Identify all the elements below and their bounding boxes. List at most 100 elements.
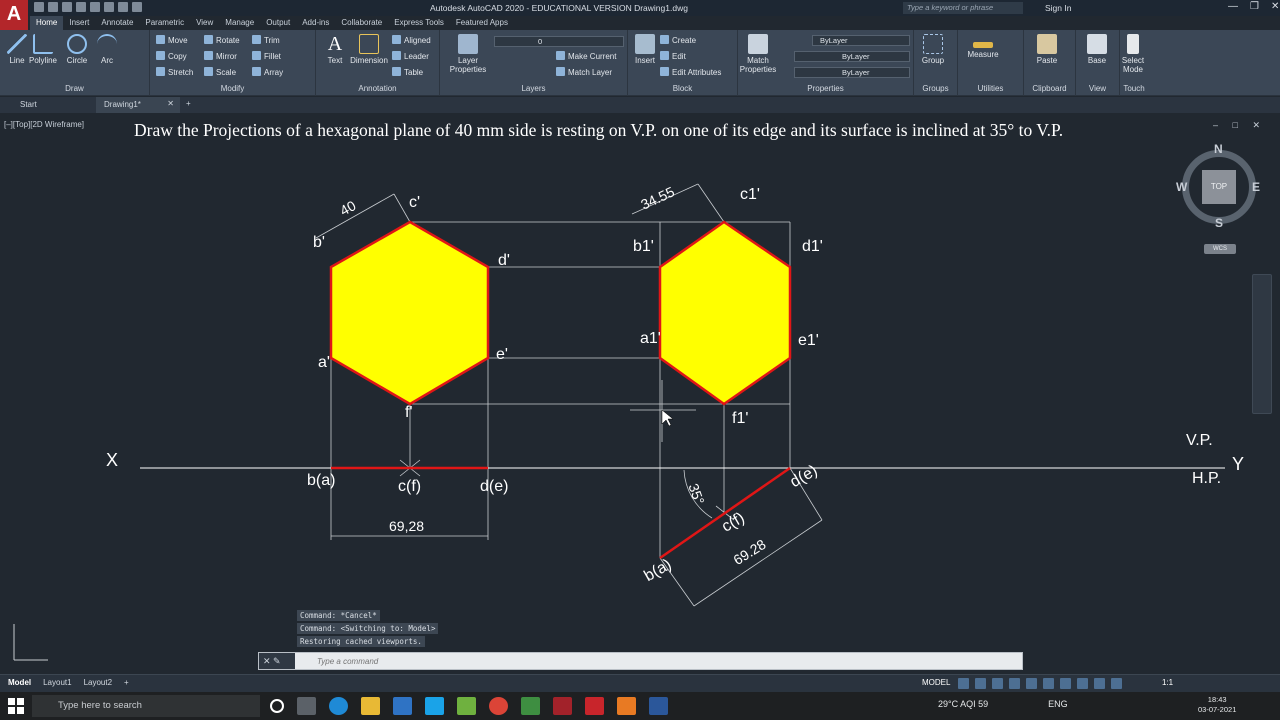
polyline-button[interactable]: Polyline [26,34,60,65]
close-button[interactable]: ✕ [1271,1,1279,12]
color-dropdown[interactable]: ByLayer [812,35,910,46]
mail-icon[interactable] [393,697,412,715]
web-mobile-icon[interactable] [90,2,100,12]
snap-icon[interactable] [975,678,986,689]
tab-collaborate[interactable]: Collaborate [335,16,388,30]
stretch-button[interactable]: Stretch [156,67,193,79]
autocad-logo[interactable]: A [0,0,28,30]
command-line[interactable]: ✕ ✎ [258,652,1023,670]
clipboard-panel-label[interactable]: Clipboard [1024,84,1075,93]
compass-west[interactable]: W [1176,180,1187,194]
plot-icon[interactable] [104,2,114,12]
compass-south[interactable]: S [1215,216,1223,230]
store-icon[interactable] [425,697,444,715]
autocad-taskbar-icon[interactable] [585,697,604,715]
isodraft-icon[interactable] [1026,678,1037,689]
tab-layout1[interactable]: Layout1 [43,678,71,687]
lineweight-dropdown[interactable]: ByLayer [794,67,910,78]
array-button[interactable]: Array [252,67,283,79]
table-button[interactable]: Table [392,67,423,79]
copy-button[interactable]: Copy [156,51,187,63]
open-icon[interactable] [48,2,58,12]
utilities-panel-label[interactable]: Utilities [958,84,1023,93]
layers-panel-label[interactable]: Layers [440,84,627,93]
tab-model[interactable]: Model [8,678,31,687]
undo-icon[interactable] [118,2,128,12]
app-icon[interactable] [617,697,636,715]
insert-button[interactable]: Insert [628,34,662,65]
edge-icon[interactable] [329,697,348,715]
grid-icon[interactable] [958,678,969,689]
aligned-button[interactable]: Aligned [392,35,431,47]
annotation-scale[interactable]: 1:1 [1162,678,1173,687]
circle-button[interactable]: Circle [60,34,94,65]
tab-manage[interactable]: Manage [219,16,260,30]
sign-in-link[interactable]: Sign In [1045,3,1071,13]
properties-panel-label[interactable]: Properties [738,84,913,93]
new-tab-button[interactable]: + [186,99,191,108]
save-as-icon[interactable] [76,2,86,12]
annotation-visibility-icon[interactable] [1094,678,1105,689]
navigation-bar[interactable] [1252,274,1272,414]
weather-status[interactable]: 29°C AQI 59 [938,699,988,709]
quick-access-toolbar[interactable] [34,2,142,12]
mirror-button[interactable]: Mirror [204,51,237,63]
dimension-button[interactable]: Dimension [350,34,388,65]
clock[interactable]: 18:43 03-07-2021 [1198,695,1236,715]
touch-panel-label[interactable]: Touch [1120,84,1148,93]
viewport-controls[interactable]: – □ ✕ [1213,120,1266,131]
viewcube-top-face[interactable]: TOP [1202,170,1236,204]
viewport-label[interactable]: [–][Top][2D Wireframe] [4,120,84,129]
make-current-button[interactable]: Make Current [556,51,616,63]
viewcube[interactable]: TOP N S E W WCS [1176,142,1264,254]
tab-express-tools[interactable]: Express Tools [388,16,450,30]
paste-button[interactable]: Paste [1030,34,1064,65]
auto-scale-icon[interactable] [1111,678,1122,689]
tab-annotate[interactable]: Annotate [95,16,139,30]
polar-icon[interactable] [1009,678,1020,689]
add-layout-button[interactable]: + [124,678,129,687]
groups-panel-label[interactable]: Groups [914,84,957,93]
tab-drawing1[interactable]: Drawing1* ✕ [96,97,180,113]
ortho-icon[interactable] [992,678,1003,689]
tab-parametric[interactable]: Parametric [139,16,190,30]
group-button[interactable]: Group [916,34,950,65]
annotation-panel-label[interactable]: Annotation [316,84,439,93]
create-block-button[interactable]: Create [660,35,696,47]
selection-cycling-icon[interactable] [1077,678,1088,689]
arc-button[interactable]: Arc [90,34,124,65]
base-button[interactable]: Base [1080,34,1114,65]
task-view-icon[interactable] [297,697,316,715]
app-icon[interactable] [521,697,540,715]
windows-start-icon[interactable] [8,698,24,714]
new-icon[interactable] [34,2,44,12]
maximize-button[interactable]: ❐ [1250,1,1259,12]
cortana-icon[interactable] [270,699,284,713]
fillet-button[interactable]: Fillet [252,51,281,63]
measure-button[interactable]: Measure [966,34,1000,59]
trim-button[interactable]: Trim [252,35,280,47]
close-tab-icon[interactable]: ✕ [167,99,174,108]
tray-icons[interactable] [998,699,1038,709]
text-button[interactable]: A Text [318,34,352,65]
tab-layout2[interactable]: Layout2 [84,678,112,687]
block-panel-label[interactable]: Block [628,84,737,93]
tab-home[interactable]: Home [30,16,64,30]
command-line-controls[interactable]: ✕ ✎ [259,653,295,669]
linetype-dropdown[interactable]: ByLayer [794,51,910,62]
drawing-area[interactable]: [–][Top][2D Wireframe] – □ ✕ Draw the Pr… [0,114,1280,674]
taskbar-search-box[interactable]: Type here to search [32,695,260,717]
rotate-button[interactable]: Rotate [204,35,240,47]
keyword-search-input[interactable]: Type a keyword or phrase [903,2,1023,14]
tab-featured-apps[interactable]: Featured Apps [450,16,514,30]
app-icon[interactable] [553,697,572,715]
view-panel-label[interactable]: View [1076,84,1119,93]
compass-east[interactable]: E [1252,180,1260,194]
lineweight-icon[interactable] [1060,678,1071,689]
tab-start[interactable]: Start [20,100,37,109]
match-layer-button[interactable]: Match Layer [556,67,612,79]
minimize-button[interactable]: — [1228,1,1238,12]
draw-panel-label[interactable]: Draw [0,84,149,93]
tab-output[interactable]: Output [260,16,296,30]
model-space-toggle[interactable]: MODEL [922,678,950,687]
